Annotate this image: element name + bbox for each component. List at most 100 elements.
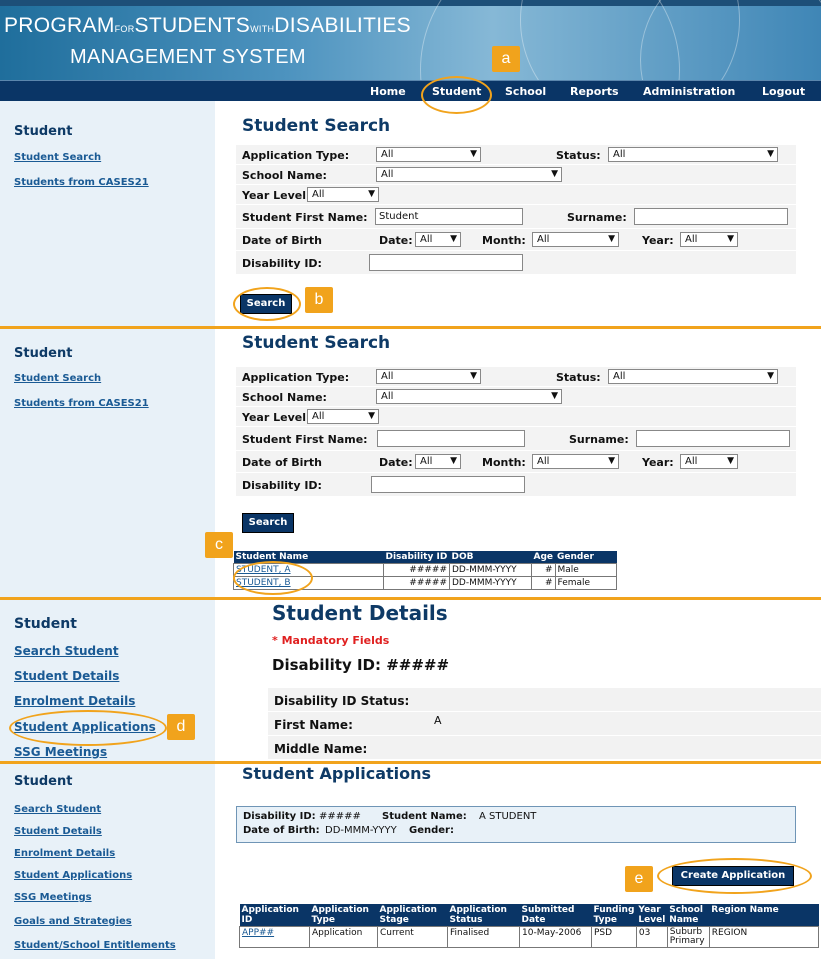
disability-id-label: Disability ID: [242, 479, 322, 492]
status-label: Status: [556, 149, 601, 162]
form-row: Date of Birth Date: All ▼ Month: All ▼ Yea… [236, 229, 796, 251]
column-header: Year Level [636, 904, 668, 927]
disability-id-input[interactable] [369, 254, 523, 271]
sidebar-item-ssg-meetings[interactable]: SSG Meetings [14, 745, 107, 759]
chevron-down-icon: ▼ [450, 456, 457, 466]
chevron-down-icon: ▼ [767, 149, 774, 159]
chevron-down-icon: ▼ [368, 411, 375, 421]
school-name-label: School Name: [242, 391, 327, 404]
sidebar-title: Student [14, 346, 73, 361]
info-name-label: Student Name: [382, 811, 467, 822]
sidebar-item-entitlements[interactable]: Student/School Entitlements [14, 940, 176, 951]
year-level-select[interactable]: All ▼ [307, 409, 379, 424]
sidebar-item-students-from-cases21[interactable]: Students from CASES21 [14, 177, 149, 188]
sidebar-item-search-student[interactable]: Search Student [14, 804, 101, 815]
top-nav: Home Student School Reports Administrati… [0, 80, 821, 101]
mandatory-fields-note: * Mandatory Fields [272, 634, 390, 647]
sidebar-item-student-search[interactable]: Student Search [14, 152, 101, 163]
application-type-label: Application Type: [242, 149, 350, 162]
nav-home[interactable]: Home [370, 85, 406, 98]
column-header: DOB [449, 551, 532, 564]
sidebar-item-goals-and-strategies[interactable]: Goals and Strategies [14, 916, 132, 927]
form-row: School Name: All ▼ [236, 387, 796, 407]
form-row: Year Level: All ▼ [236, 185, 796, 205]
detail-row: First Name: A [268, 712, 821, 736]
sidebar-item-enrolment-details[interactable]: Enrolment Details [14, 848, 115, 859]
sidebar-item-student-applications[interactable]: Student Applications [14, 870, 132, 881]
first-name-input[interactable]: Student [375, 208, 523, 225]
year-level-select[interactable]: All ▼ [307, 187, 379, 202]
year-select[interactable]: All ▼ [680, 232, 738, 247]
status-label: Status: [556, 371, 601, 384]
surname-input[interactable] [636, 430, 790, 447]
panel-student-search: Student Student Search Students from CAS… [0, 101, 821, 327]
table-cell: 10-May-2006 [519, 926, 592, 948]
sidebar-title: Student [14, 616, 77, 632]
info-gender-label: Gender: [409, 825, 454, 836]
annotation-badge-b: b [305, 287, 333, 313]
dob-label: Date of Birth [242, 234, 322, 247]
nav-school[interactable]: School [505, 85, 546, 98]
status-select[interactable]: All ▼ [608, 147, 778, 162]
application-type-select[interactable]: All ▼ [376, 147, 481, 162]
year-label: Year: [642, 234, 674, 247]
nav-logout[interactable]: Logout [762, 85, 805, 98]
sidebar-item-student-details[interactable]: Student Details [14, 826, 102, 837]
table-cell: PSD [591, 926, 637, 948]
application-id-link[interactable]: APP## [239, 926, 310, 948]
student-info-box: Disability ID: ##### Student Name: A STU… [236, 806, 796, 843]
date-select[interactable]: All ▼ [415, 232, 461, 247]
chevron-down-icon: ▼ [368, 189, 375, 199]
sidebar-item-student-search[interactable]: Student Search [14, 373, 101, 384]
sidebar-title: Student [14, 124, 73, 139]
info-dob-value: DD-MMM-YYYY [325, 825, 397, 836]
search-button[interactable]: Search [242, 513, 294, 533]
annotation-oval-e [657, 858, 812, 894]
form-row: Year Level: All ▼ [236, 407, 796, 427]
dob-label: Date of Birth [242, 456, 322, 469]
chevron-down-icon: ▼ [551, 391, 558, 401]
nav-administration[interactable]: Administration [643, 85, 735, 98]
disability-id-heading: Disability ID: ##### [272, 656, 450, 674]
form-row: Student First Name: Surname: [236, 427, 796, 451]
nav-reports[interactable]: Reports [570, 85, 619, 98]
month-select[interactable]: All ▼ [532, 232, 619, 247]
column-header: School Name [667, 904, 710, 927]
year-select[interactable]: All ▼ [680, 454, 738, 469]
sidebar-item-enrolment-details[interactable]: Enrolment Details [14, 694, 135, 708]
surname-input[interactable] [634, 208, 788, 225]
app-title-line2: MANAGEMENT SYSTEM [70, 46, 306, 68]
chevron-down-icon: ▼ [450, 234, 457, 244]
month-select[interactable]: All ▼ [532, 454, 619, 469]
surname-label: Surname: [569, 433, 629, 446]
application-type-select[interactable]: All ▼ [376, 369, 481, 384]
table-row: APP## Application Current Finalised 10-M… [239, 926, 820, 948]
form-row: Student First Name: Student Surname: [236, 205, 796, 229]
school-name-select[interactable]: All ▼ [376, 167, 562, 182]
date-label: Date: [379, 234, 413, 247]
date-select[interactable]: All ▼ [415, 454, 461, 469]
sidebar-item-ssg-meetings[interactable]: SSG Meetings [14, 892, 92, 903]
panel-student-search-results: Student Student Search Students from CAS… [0, 329, 821, 597]
year-label: Year: [642, 456, 674, 469]
info-disability-value: ##### [319, 811, 361, 822]
status-select[interactable]: All ▼ [608, 369, 778, 384]
year-level-label: Year Level: [242, 189, 311, 202]
sidebar-item-students-from-cases21[interactable]: Students from CASES21 [14, 398, 149, 409]
month-label: Month: [482, 456, 526, 469]
table-cell: Current [377, 926, 448, 948]
info-dob-label: Date of Birth: [243, 825, 320, 836]
sidebar-item-search-student[interactable]: Search Student [14, 644, 119, 658]
year-level-label: Year Level: [242, 411, 311, 424]
sidebar [0, 329, 215, 597]
column-header: Funding Type [591, 904, 637, 927]
disability-id-input[interactable] [371, 476, 525, 493]
annotation-badge-c: c [205, 532, 233, 558]
table-cell: Suburb Primary [666, 926, 710, 948]
annotation-badge-a: a [492, 46, 520, 72]
column-header: Submitted Date [519, 904, 592, 927]
first-name-input[interactable] [377, 430, 525, 447]
table-cell: ##### [383, 563, 450, 577]
sidebar-item-student-details[interactable]: Student Details [14, 669, 119, 683]
school-name-select[interactable]: All ▼ [376, 389, 562, 404]
